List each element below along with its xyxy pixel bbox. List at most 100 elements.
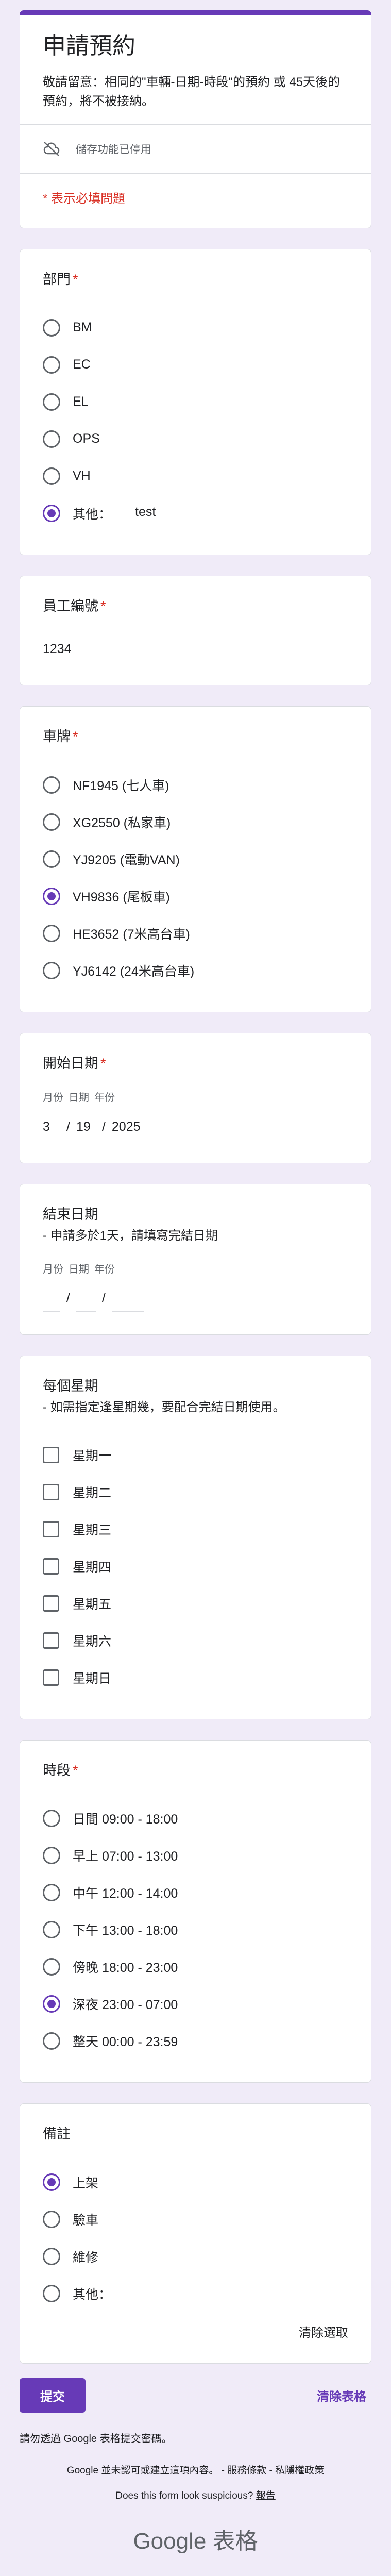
- checkbox-option[interactable]: 星期六: [43, 1622, 348, 1659]
- radio-button[interactable]: [43, 2285, 60, 2303]
- checkbox[interactable]: [43, 1446, 59, 1463]
- google-forms-logo[interactable]: Google 表格: [20, 2522, 371, 2555]
- radio-button[interactable]: [43, 393, 60, 411]
- radio-button[interactable]: [43, 319, 60, 337]
- option-label: BM: [73, 320, 92, 335]
- radio-option[interactable]: NF1945 (七人車): [43, 766, 348, 804]
- radio-option[interactable]: VH: [43, 458, 348, 495]
- radio-option[interactable]: 上架: [43, 2164, 348, 2201]
- option-label: 星期五: [73, 1597, 112, 1612]
- month-input[interactable]: [43, 1289, 60, 1312]
- radio-button[interactable]: [43, 925, 60, 943]
- other-label: 其他：: [73, 2287, 112, 2302]
- radio-button-selected[interactable]: [43, 888, 60, 906]
- option-label: 星期三: [73, 1523, 112, 1537]
- year-input[interactable]: [111, 1117, 144, 1141]
- clear-form-button[interactable]: 清除表格: [317, 2386, 366, 2404]
- question-timeslot: 時段 * 日間 09:00 - 18:00 早上 07:00 - 13:00 中午…: [20, 1739, 371, 2083]
- checkbox-option[interactable]: 星期一: [43, 1436, 348, 1474]
- day-input[interactable]: [76, 1117, 96, 1141]
- privacy-link[interactable]: 私隱權政策: [275, 2465, 324, 2476]
- radio-option[interactable]: 深夜 23:00 - 07:00: [43, 1985, 348, 2022]
- radio-option[interactable]: XG2550 (私家車): [43, 804, 348, 841]
- question-title: 開始日期 *: [43, 1054, 348, 1074]
- radio-option[interactable]: 傍晚 18:00 - 23:00: [43, 1948, 348, 1985]
- option-label: VH: [73, 469, 91, 483]
- question-description: - 申請多於1天，請填寫完結日期: [43, 1228, 218, 1243]
- day-input[interactable]: [76, 1289, 96, 1312]
- required-asterisk: *: [73, 1762, 78, 1778]
- month-input[interactable]: [43, 1117, 60, 1141]
- checkbox-option[interactable]: 星期四: [43, 1548, 348, 1585]
- radio-option[interactable]: 中午 12:00 - 14:00: [43, 1874, 348, 1911]
- radio-option[interactable]: 整天 00:00 - 23:59: [43, 2022, 348, 2060]
- other-text-input[interactable]: [132, 501, 348, 525]
- clear-selection-button[interactable]: 清除選取: [299, 2322, 348, 2340]
- month-label: 月份: [43, 1092, 63, 1104]
- required-asterisk: *: [100, 1056, 106, 1072]
- option-label: EL: [73, 394, 89, 409]
- checkbox[interactable]: [43, 1558, 59, 1575]
- radio-option[interactable]: EL: [43, 383, 348, 421]
- option-label: 維修: [73, 2250, 99, 2265]
- option-label: EC: [73, 357, 91, 372]
- radio-button-selected[interactable]: [43, 504, 60, 522]
- radio-option[interactable]: 維修: [43, 2238, 348, 2275]
- radio-button[interactable]: [43, 1921, 60, 1939]
- radio-option[interactable]: OPS: [43, 421, 348, 458]
- submit-button[interactable]: 提交: [20, 2378, 86, 2413]
- radio-button[interactable]: [43, 962, 60, 980]
- radio-button[interactable]: [43, 850, 60, 868]
- radio-button[interactable]: [43, 776, 60, 794]
- radio-button-selected[interactable]: [43, 2173, 60, 2192]
- radio-button[interactable]: [43, 1810, 60, 1828]
- radio-option[interactable]: YJ9205 (電動VAN): [43, 841, 348, 878]
- radio-option[interactable]: 驗車: [43, 2201, 348, 2238]
- form-header-card: 申請預約 敬請留意：相同的"車輛-日期-時段"的預約 或 45天後的預約，將不被…: [20, 10, 371, 228]
- radio-button[interactable]: [43, 356, 60, 374]
- checkbox-option[interactable]: 星期日: [43, 1659, 348, 1696]
- checkbox[interactable]: [43, 1520, 59, 1537]
- radio-option-other[interactable]: 其他：: [43, 2275, 348, 2312]
- checkbox-option[interactable]: 星期三: [43, 1511, 348, 1548]
- checkbox-option[interactable]: 星期二: [43, 1474, 348, 1511]
- question-title: 員工編號 *: [43, 597, 348, 616]
- checkbox[interactable]: [43, 1632, 59, 1649]
- radio-option[interactable]: 下午 13:00 - 18:00: [43, 1911, 348, 1948]
- year-input[interactable]: [111, 1289, 144, 1312]
- checkbox[interactable]: [43, 1595, 59, 1612]
- radio-button[interactable]: [43, 2032, 60, 2050]
- option-label: 整天 00:00 - 23:59: [73, 2035, 178, 2050]
- radio-option[interactable]: 日間 09:00 - 18:00: [43, 1800, 348, 1837]
- radio-button[interactable]: [43, 1847, 60, 1865]
- password-warning: 請勿透過 Google 表格提交密碼。: [20, 2433, 172, 2445]
- radio-option[interactable]: 早上 07:00 - 13:00: [43, 1837, 348, 1874]
- radio-button[interactable]: [43, 1884, 60, 1902]
- radio-option-other[interactable]: 其他：: [43, 495, 348, 532]
- option-label: 驗車: [73, 2213, 99, 2228]
- checkbox-option[interactable]: 星期五: [43, 1585, 348, 1622]
- radio-option[interactable]: VH9836 (尾板車): [43, 878, 348, 915]
- radio-button-selected[interactable]: [43, 1995, 60, 2013]
- radio-button[interactable]: [43, 430, 60, 448]
- checkbox[interactable]: [43, 1483, 59, 1500]
- radio-button[interactable]: [43, 813, 60, 831]
- radio-button[interactable]: [43, 2211, 60, 2229]
- radio-button[interactable]: [43, 2248, 60, 2266]
- radio-option[interactable]: YJ6142 (24米高台車): [43, 952, 348, 989]
- checkbox[interactable]: [43, 1669, 59, 1686]
- radio-option[interactable]: BM: [43, 309, 348, 346]
- radio-button[interactable]: [43, 467, 60, 485]
- radio-option[interactable]: HE3652 (7米高台車): [43, 915, 348, 952]
- terms-link[interactable]: 服務條款: [227, 2465, 266, 2476]
- question-title: 每個星期: [43, 1378, 98, 1394]
- radio-option[interactable]: EC: [43, 346, 348, 383]
- report-link[interactable]: 報告: [256, 2490, 276, 2501]
- option-label: YJ6142 (24米高台車): [73, 964, 195, 979]
- date-separator: /: [66, 1291, 70, 1306]
- other-text-input[interactable]: [132, 2282, 348, 2306]
- saving-status-text: 儲存功能已停用: [76, 143, 151, 156]
- radio-button[interactable]: [43, 1958, 60, 1976]
- radio-group: BM EC EL OPS VH 其他：: [43, 309, 348, 532]
- employee-number-input[interactable]: [43, 639, 161, 663]
